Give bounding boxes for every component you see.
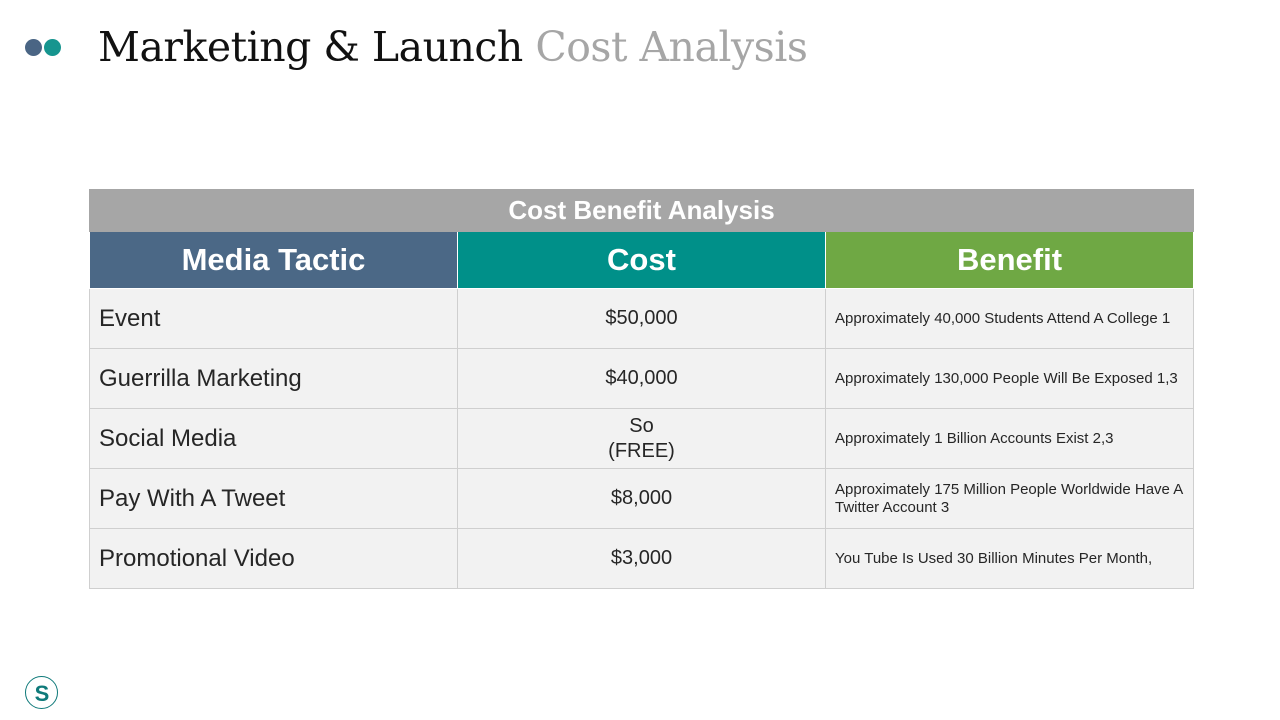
table-row: Guerrilla Marketing $40,000 Approximatel… (89, 348, 1194, 409)
cell-benefit: You Tube Is Used 30 Billion Minutes Per … (825, 528, 1194, 589)
cell-tactic: Event (89, 288, 458, 349)
table-row: Pay With A Tweet $8,000 Approximately 17… (89, 468, 1194, 529)
cost-value-note: (FREE) (608, 439, 675, 462)
table-row: Social Media So (FREE) Approximately 1 B… (89, 408, 1194, 469)
cell-tactic: Social Media (89, 408, 458, 469)
dot-left (25, 39, 42, 56)
table-row: Promotional Video $3,000 You Tube Is Use… (89, 528, 1194, 589)
page-title: Marketing & Launch Cost Analysis (98, 20, 808, 74)
cost-value: $3,000 (610, 547, 673, 569)
cell-benefit: Approximately 40,000 Students Attend A C… (825, 288, 1194, 349)
title-dots-icon (25, 39, 61, 56)
cell-cost: $3,000 (457, 528, 826, 589)
s-logo-glyph: S (34, 681, 49, 705)
cell-benefit: Approximately 1 Billion Accounts Exist 2… (825, 408, 1194, 469)
cell-cost: $40,000 (457, 348, 826, 409)
header-benefit: Benefit (825, 231, 1194, 289)
cell-benefit: Approximately 130,000 People Will Be Exp… (825, 348, 1194, 409)
svg-text:S: S (34, 681, 49, 705)
cell-tactic: Promotional Video (89, 528, 458, 589)
cell-cost: $8,000 (457, 468, 826, 529)
header-cost: Cost (457, 231, 826, 289)
cost-value: $50,000 (605, 307, 678, 329)
cell-cost: So (FREE) (457, 408, 826, 469)
cost-value: $40,000 (605, 367, 678, 389)
table-row: Event $50,000 Approximately 40,000 Stude… (89, 288, 1194, 349)
s-logo-icon: S (25, 676, 58, 709)
header-media-tactic: Media Tactic (89, 231, 458, 289)
title-main: Marketing & Launch (98, 23, 523, 71)
cell-tactic: Guerrilla Marketing (89, 348, 458, 409)
cost-value: $8,000 (610, 487, 673, 509)
table-caption: Cost Benefit Analysis (89, 189, 1194, 232)
dot-right (44, 39, 61, 56)
cell-tactic: Pay With A Tweet (89, 468, 458, 529)
cost-benefit-table: Cost Benefit Analysis Media Tactic Cost … (89, 189, 1194, 589)
cell-cost: $50,000 (457, 288, 826, 349)
cell-benefit: Approximately 175 Million People Worldwi… (825, 468, 1194, 529)
cost-value: So (629, 414, 654, 437)
title-sub: Cost Analysis (535, 23, 808, 71)
